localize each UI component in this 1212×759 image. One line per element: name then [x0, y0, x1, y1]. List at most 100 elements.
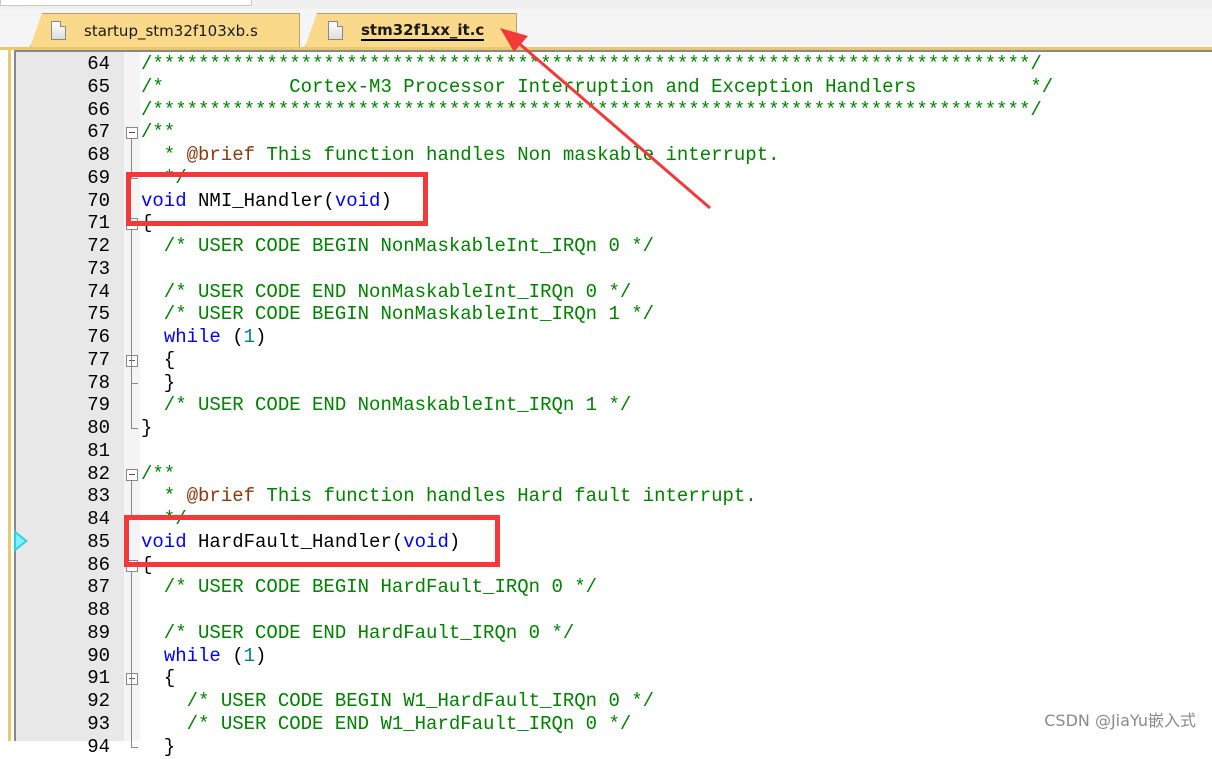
- code-line[interactable]: 74 /* USER CODE END NonMaskableInt_IRQn …: [16, 281, 1206, 304]
- line-number: 88: [87, 599, 110, 621]
- code-text: while (1): [163, 644, 267, 667]
- line-number: 84: [87, 508, 110, 530]
- watermark: CSDN @JiaYu嵌入式: [1044, 711, 1196, 730]
- code-line[interactable]: 89 /* USER CODE END HardFault_IRQn 0 */: [16, 622, 1206, 645]
- fold-guide-end: [131, 428, 138, 429]
- code-text: }: [141, 417, 153, 439]
- code-text: {: [141, 667, 176, 690]
- line-number: 77: [87, 348, 110, 371]
- code-text: /***************************************…: [141, 53, 1042, 75]
- line-number: 75: [87, 303, 110, 326]
- line-number: 78: [87, 371, 110, 394]
- code-text: /**: [141, 121, 176, 144]
- code-text: /* USER CODE END W1_HardFault_IRQn 0 */: [141, 712, 632, 735]
- code-text: /* USER CODE END HardFault_IRQn 0 */: [141, 621, 575, 644]
- code-line[interactable]: 66 /*************************************…: [16, 99, 1206, 122]
- code-line[interactable]: 78 }: [16, 372, 1206, 395]
- code-line[interactable]: 87 /* USER CODE BEGIN HardFault_IRQn 0 *…: [16, 576, 1206, 599]
- code-text: /* USER CODE BEGIN W1_HardFault_IRQn 0 *…: [141, 690, 655, 712]
- line-number: 70: [87, 189, 110, 212]
- line-number: 71: [87, 212, 110, 235]
- code-text: /* USER CODE BEGIN HardFault_IRQn 0 */: [141, 576, 598, 599]
- highlight-box-nmi-handler: [126, 172, 428, 226]
- code-line[interactable]: 73: [16, 258, 1206, 281]
- line-number: 73: [87, 257, 110, 280]
- line-number: 64: [87, 53, 110, 75]
- code-text: /* Cortex-M3 Processor Interruption and …: [141, 75, 1054, 98]
- tab-label: stm32f1xx_it.c: [361, 20, 485, 41]
- current-line-arrow-icon: [14, 530, 28, 552]
- line-number: 87: [87, 576, 110, 599]
- code-line[interactable]: 83 * @brief This function handles Hard f…: [16, 485, 1206, 508]
- code-line[interactable]: 94 }: [16, 736, 1206, 759]
- code-text: /* USER CODE END NonMaskableInt_IRQn 1 *…: [141, 394, 632, 417]
- code-text: }: [141, 371, 176, 394]
- fold-toggle-icon[interactable]: [126, 127, 138, 140]
- code-line[interactable]: 93 /* USER CODE END W1_HardFault_IRQn 0 …: [16, 713, 1206, 736]
- code-text: while (1): [163, 326, 267, 348]
- code-line[interactable]: 80}: [16, 417, 1206, 440]
- highlight-box-hardfault-handler: [124, 515, 500, 567]
- code-text: /* USER CODE BEGIN NonMaskableInt_IRQn 1…: [141, 303, 655, 326]
- code-line[interactable]: 88: [16, 599, 1206, 622]
- line-number: 89: [87, 621, 110, 644]
- file-icon: [328, 21, 343, 40]
- editor-frame: 64 /*************************************…: [14, 50, 1212, 758]
- line-number: 91: [87, 667, 110, 690]
- code-line[interactable]: 68 * @brief This function handles Non ma…: [16, 144, 1206, 167]
- tab-it-file[interactable]: stm32f1xx_it.c: [305, 13, 517, 47]
- editor-tab-bar: startup_stm32f103xb.s stm32f1xx_it.c: [0, 9, 1212, 50]
- code-text: {: [141, 348, 176, 371]
- line-number: 66: [87, 98, 110, 121]
- line-number: 90: [87, 644, 110, 667]
- line-number: 72: [87, 235, 110, 257]
- line-number: 74: [87, 280, 110, 303]
- fold-toggle-icon[interactable]: [126, 468, 138, 481]
- top-strip-segment: [0, 0, 252, 6]
- line-number: 94: [87, 735, 110, 758]
- code-editor[interactable]: 64 /*************************************…: [8, 50, 1212, 758]
- line-number: 92: [87, 690, 110, 712]
- fold-guide: [131, 365, 132, 383]
- code-text: /**: [141, 462, 176, 485]
- code-line[interactable]: 65 /* Cortex-M3 Processor Interruption an…: [16, 76, 1206, 99]
- code-text: /* USER CODE BEGIN NonMaskableInt_IRQn 0…: [141, 235, 655, 257]
- line-number: 79: [87, 394, 110, 417]
- tab-label: startup_stm32f103xb.s: [84, 21, 258, 40]
- code-line[interactable]: 90 while (1): [16, 645, 1206, 668]
- line-number: 82: [87, 462, 110, 485]
- line-number: 86: [87, 553, 110, 576]
- line-number: 80: [87, 417, 110, 439]
- code-line[interactable]: 75 /* USER CODE BEGIN NonMaskableInt_IRQ…: [16, 303, 1206, 326]
- code-line[interactable]: 82 /**: [16, 463, 1206, 486]
- line-number: 85: [87, 530, 110, 553]
- code-line[interactable]: 77 {: [16, 349, 1206, 372]
- fold-guide: [131, 479, 132, 519]
- code-line[interactable]: 67 /**: [16, 121, 1206, 144]
- code-line[interactable]: 72 /* USER CODE BEGIN NonMaskableInt_IRQ…: [16, 235, 1206, 258]
- code-line[interactable]: 76 while (1): [16, 326, 1206, 349]
- code-line[interactable]: 91 {: [16, 667, 1206, 690]
- code-line[interactable]: 64 /*************************************…: [16, 53, 1206, 76]
- fold-toggle-icon[interactable]: [126, 673, 138, 686]
- code-line[interactable]: 92 /* USER CODE BEGIN W1_HardFault_IRQn …: [16, 690, 1206, 713]
- fold-guide-end: [131, 382, 138, 384]
- line-number: 65: [87, 75, 110, 98]
- code-text: /* USER CODE END NonMaskableInt_IRQn 0 *…: [141, 280, 632, 303]
- line-number: 68: [87, 144, 110, 166]
- line-number: 67: [87, 121, 110, 144]
- fold-guide: [131, 570, 132, 747]
- fold-guide-end: [131, 746, 138, 748]
- tab-startup-file[interactable]: startup_stm32f103xb.s: [30, 13, 300, 47]
- code-text: }: [141, 735, 176, 758]
- file-icon: [51, 21, 66, 40]
- line-number: 81: [87, 439, 110, 462]
- code-line[interactable]: 81: [16, 440, 1206, 463]
- code-line[interactable]: 79 /* USER CODE END NonMaskableInt_IRQn …: [16, 394, 1206, 417]
- code-text: * @brief This function handles Non maska…: [141, 144, 780, 166]
- line-number: 69: [87, 166, 110, 189]
- line-number: 93: [87, 712, 110, 735]
- code-text: /***************************************…: [141, 98, 1042, 121]
- fold-toggle-icon[interactable]: [126, 354, 138, 367]
- code-text: * @brief This function handles Hard faul…: [141, 485, 757, 508]
